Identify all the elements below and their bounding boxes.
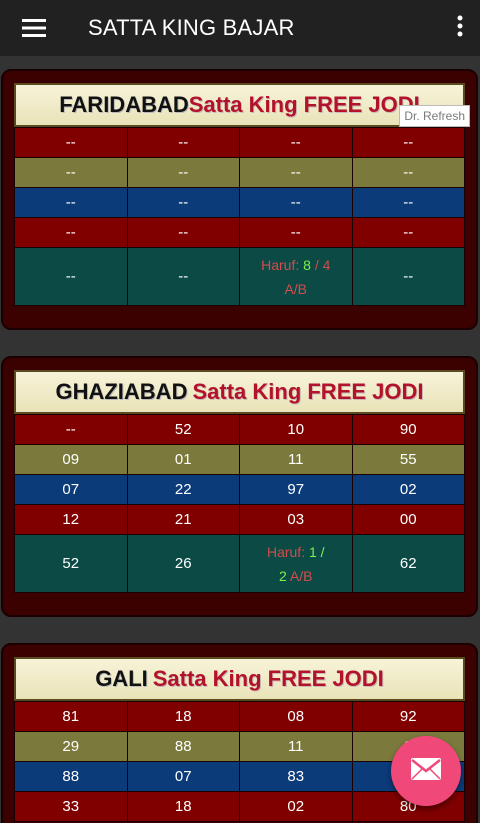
city-name: GHAZIABAD: [55, 379, 188, 404]
haruf-separator: /: [314, 256, 319, 273]
table-row: -- -- -- --: [14, 127, 465, 158]
table-cell: --: [14, 414, 128, 445]
table-cell: --: [351, 157, 465, 188]
table-cell: 09: [14, 444, 128, 475]
table-cell: 52: [14, 534, 128, 593]
haruf-value-a: 8: [303, 256, 311, 273]
table-row: 07 22 97 02: [14, 474, 465, 505]
table-cell: 02: [239, 791, 353, 822]
table-cell: --: [351, 187, 465, 218]
table-row: -- -- -- --: [14, 217, 465, 248]
haruf-separator: /: [320, 543, 325, 560]
table-cell: --: [14, 187, 128, 218]
app-title: SATTA KING BAJAR: [88, 15, 295, 40]
table-cell: --: [14, 247, 128, 306]
table-cell: --: [14, 217, 128, 248]
result-card-faridabad: FARIDABAD Satta King FREE JODI Dr. Refres…: [1, 69, 478, 330]
refresh-button[interactable]: Dr. Refresh: [399, 105, 470, 127]
haruf-suffix: A/B: [284, 280, 308, 297]
haruf-value-a: 1: [308, 543, 317, 560]
table-cell: 11: [239, 444, 353, 475]
table-cell: 26: [126, 534, 240, 593]
haruf-label: Haruf:: [261, 256, 300, 273]
results-table: -- -- -- -- -- -- -- -- -- -- -- -- -- -…: [14, 127, 465, 306]
mail-fab-button[interactable]: [391, 736, 461, 806]
card-tagline: Satta King FREE JODI: [188, 92, 420, 117]
table-cell: 52: [126, 414, 240, 445]
table-cell: --: [351, 217, 465, 248]
table-cell: 10: [239, 414, 353, 445]
table-cell: --: [351, 247, 465, 306]
table-row-haruf: -- -- Haruf: 8 / 4 A/B --: [14, 247, 465, 306]
table-cell: 90: [351, 414, 465, 445]
table-cell: 02: [351, 474, 465, 505]
haruf-cell: Haruf: 8 / 4 A/B: [239, 247, 353, 306]
table-cell: 97: [239, 474, 353, 505]
card-tagline: Satta King FREE JODI: [192, 379, 424, 404]
haruf-label: Haruf:: [266, 543, 306, 560]
table-cell: --: [239, 217, 353, 248]
app-bar: SATTA KING BAJAR: [0, 0, 480, 56]
table-cell: 07: [126, 761, 240, 792]
table-cell: 33: [14, 791, 128, 822]
table-row: -- 52 10 90: [14, 414, 465, 445]
table-cell: 55: [351, 444, 465, 475]
city-name: FARIDABAD: [59, 92, 189, 117]
table-cell: --: [126, 247, 240, 306]
table-cell: --: [239, 187, 353, 218]
more-options-button[interactable]: [440, 0, 480, 56]
table-cell: 88: [126, 731, 240, 762]
table-cell: 12: [14, 504, 128, 535]
table-cell: 88: [14, 761, 128, 792]
haruf-cell: Haruf: 1 / 2 A/B: [239, 534, 353, 593]
table-row: 81 18 08 92: [14, 701, 465, 732]
table-cell: --: [239, 127, 353, 158]
table-row: -- -- -- --: [14, 157, 465, 188]
table-cell: 01: [126, 444, 240, 475]
table-row: 33 18 02 80: [14, 791, 465, 822]
more-vert-icon: [457, 15, 463, 42]
table-cell: 11: [239, 731, 353, 762]
table-cell: --: [126, 217, 240, 248]
menu-icon: [22, 18, 46, 38]
haruf-value-b: 4: [322, 256, 331, 273]
haruf-suffix: A/B: [289, 567, 313, 584]
table-cell: --: [126, 127, 240, 158]
table-cell: 83: [239, 761, 353, 792]
table-cell: 22: [126, 474, 240, 505]
table-cell: --: [126, 187, 240, 218]
table-cell: 08: [239, 701, 353, 732]
table-cell: --: [14, 157, 128, 188]
table-cell: 03: [239, 504, 353, 535]
table-cell: 07: [14, 474, 128, 505]
table-cell: 29: [14, 731, 128, 762]
card-header: FARIDABAD Satta King FREE JODI: [14, 83, 465, 127]
results-table: -- 52 10 90 09 01 11 55 07 22 97 02 12 2…: [14, 414, 465, 593]
haruf-value-b: 2: [279, 567, 287, 584]
mail-icon: [410, 757, 442, 786]
content-area[interactable]: FARIDABAD Satta King FREE JODI Dr. Refres…: [0, 56, 480, 823]
card-header: GALI Satta King FREE JODI: [14, 657, 465, 701]
table-cell: --: [239, 157, 353, 188]
table-cell: 92: [351, 701, 465, 732]
table-cell: --: [351, 127, 465, 158]
table-row: 09 01 11 55: [14, 444, 465, 475]
table-cell: 81: [14, 701, 128, 732]
table-cell: 62: [351, 534, 465, 593]
table-cell: --: [126, 157, 240, 188]
table-row-haruf: 52 26 Haruf: 1 / 2 A/B 62: [14, 534, 465, 593]
table-row: 12 21 03 00: [14, 504, 465, 535]
table-row: -- -- -- --: [14, 187, 465, 218]
menu-button[interactable]: [0, 0, 68, 56]
table-cell: 21: [126, 504, 240, 535]
table-cell: 00: [351, 504, 465, 535]
card-tagline: Satta King FREE JODI: [152, 666, 384, 691]
card-header: GHAZIABAD Satta King FREE JODI: [14, 370, 465, 414]
result-card-ghaziabad: GHAZIABAD Satta King FREE JODI -- 52 10 9…: [1, 356, 478, 617]
city-name: GALI: [95, 666, 148, 691]
table-cell: --: [14, 127, 128, 158]
table-cell: 18: [126, 701, 240, 732]
table-cell: 18: [126, 791, 240, 822]
